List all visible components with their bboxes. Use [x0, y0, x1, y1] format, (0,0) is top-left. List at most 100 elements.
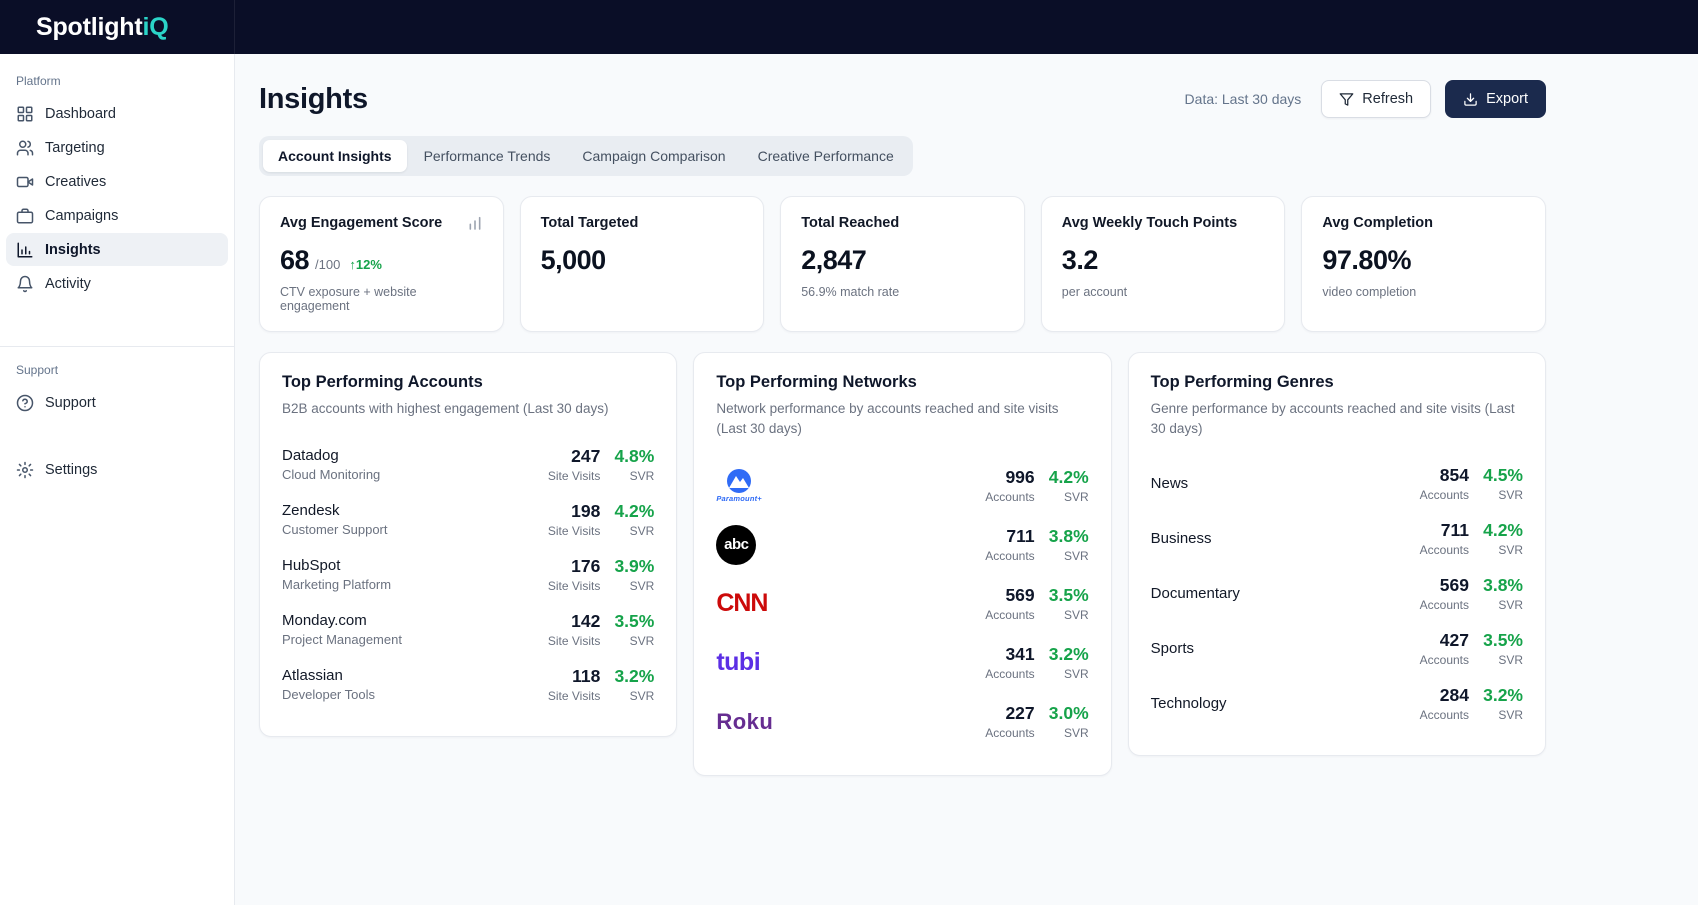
accounts-stat: 996Accounts [961, 467, 1035, 504]
account-info: HubSpot Marketing Platform [282, 557, 391, 592]
sidebar-section-platform: Platform [0, 74, 234, 88]
svr-label: SVR [1479, 488, 1523, 502]
tab-strip: Account Insights Performance Trends Camp… [259, 136, 913, 176]
kpi-title: Avg Weekly Touch Points [1062, 215, 1237, 231]
svr-stat: 4.2%SVR [1045, 467, 1089, 504]
sidebar-item-insights[interactable]: Insights [6, 233, 228, 266]
sidebar-item-dashboard[interactable]: Dashboard [6, 97, 228, 130]
accounts-stat: 427 Accounts [1395, 630, 1469, 667]
kpi-card-total-reached: Total Reached 2,847 56.9% match rate [780, 196, 1025, 332]
sidebar-item-label: Dashboard [45, 106, 116, 122]
account-row: Monday.com Project Management 142 Site V… [282, 602, 654, 657]
svr-value: 4.5% [1479, 465, 1523, 486]
svr-stat: 3.2% SVR [1045, 644, 1089, 681]
svr-stat: 3.2% SVR [1479, 685, 1523, 722]
svr-label: SVR [1479, 598, 1523, 612]
network-stats: 711Accounts 3.8%SVR [961, 526, 1089, 563]
accounts-stat: 569 Accounts [1395, 575, 1469, 612]
sidebar-item-targeting[interactable]: Targeting [6, 131, 228, 164]
account-stats: 142 Site Visits 3.5% SVR [526, 611, 654, 648]
genre-name: Technology [1151, 695, 1227, 712]
kpi-value: 68 [280, 245, 309, 276]
site-visits-label: Site Visits [526, 579, 600, 593]
sidebar-divider [0, 346, 234, 347]
brand-text: SpotlightiQ [36, 13, 169, 42]
tab-campaign-comparison[interactable]: Campaign Comparison [567, 140, 740, 172]
kpi-row: Avg Engagement Score 68 /100 ↑12% CTV ex… [259, 196, 1546, 332]
accounts-label: Accounts [961, 608, 1035, 622]
sidebar-item-label: Creatives [45, 174, 106, 190]
tab-performance-trends[interactable]: Performance Trends [409, 140, 566, 172]
main-content: Insights Data: Last 30 days Refresh Expo… [235, 54, 1698, 905]
sidebar-item-label: Activity [45, 276, 91, 292]
svr-value: 3.2% [1479, 685, 1523, 706]
site-visits-stat: 142 Site Visits [526, 611, 600, 648]
site-visits-label: Site Visits [526, 634, 600, 648]
kpi-title: Total Targeted [541, 215, 639, 231]
svr-value: 3.0% [1045, 703, 1089, 724]
kpi-card-avg-completion: Avg Completion 97.80% video completion [1301, 196, 1546, 332]
campaigns-icon [16, 207, 34, 225]
svr-value: 4.2% [1045, 467, 1089, 488]
site-visits-value: 198 [526, 501, 600, 522]
brand-main: Spotlight [36, 13, 143, 41]
site-visits-label: Site Visits [526, 469, 600, 483]
export-button-label: Export [1486, 91, 1528, 107]
kpi-note: CTV exposure + website engagement [280, 285, 483, 313]
network-stats: 569Accounts 3.5%SVR [961, 585, 1089, 622]
refresh-button[interactable]: Refresh [1321, 80, 1431, 118]
svr-stat: 3.2% SVR [610, 666, 654, 703]
svr-stat: 3.5% SVR [610, 611, 654, 648]
tab-account-insights[interactable]: Account Insights [263, 140, 407, 172]
account-description: Marketing Platform [282, 577, 391, 592]
site-visits-value: 247 [526, 446, 600, 467]
network-stats: 227Accounts 3.0%SVR [961, 703, 1089, 740]
svr-label: SVR [1045, 667, 1089, 681]
network-row-paramount: Paramount+ 996Accounts 4.2%SVR [716, 456, 1088, 515]
sidebar-item-activity[interactable]: Activity [6, 267, 228, 300]
panel-top-accounts: Top Performing Accounts B2B accounts wit… [259, 352, 677, 737]
kpi-title: Avg Completion [1322, 215, 1433, 231]
svr-stat: 4.5% SVR [1479, 465, 1523, 502]
sidebar-item-creatives[interactable]: Creatives [6, 165, 228, 198]
svr-label: SVR [1479, 653, 1523, 667]
svr-value: 3.8% [1045, 526, 1089, 547]
accounts-value: 711 [961, 526, 1035, 547]
network-row-tubi: tubi 341Accounts 3.2%SVR [716, 633, 1088, 692]
account-stats: 118 Site Visits 3.2% SVR [526, 666, 654, 703]
kpi-note: per account [1062, 285, 1265, 299]
abc-logo: abc [716, 525, 756, 565]
svr-stat: 4.2% SVR [610, 501, 654, 538]
svr-value: 3.2% [1045, 644, 1089, 665]
tab-creative-performance[interactable]: Creative Performance [743, 140, 909, 172]
kpi-card-touch-points: Avg Weekly Touch Points 3.2 per account [1041, 196, 1286, 332]
kpi-card-engagement-score: Avg Engagement Score 68 /100 ↑12% CTV ex… [259, 196, 504, 332]
genre-stats: 284 Accounts 3.2% SVR [1395, 685, 1523, 722]
account-name: HubSpot [282, 557, 391, 574]
sidebar-item-label: Settings [45, 462, 97, 478]
account-stats: 198 Site Visits 4.2% SVR [526, 501, 654, 538]
svr-label: SVR [1045, 726, 1089, 740]
accounts-stat: 854 Accounts [1395, 465, 1469, 502]
sidebar-item-support[interactable]: Support [6, 386, 228, 419]
sidebar-item-settings[interactable]: Settings [6, 453, 228, 486]
sidebar-item-campaigns[interactable]: Campaigns [6, 199, 228, 232]
export-button[interactable]: Export [1445, 80, 1546, 118]
svr-stat: 3.0% SVR [1045, 703, 1089, 740]
network-stats: 996Accounts 4.2%SVR [961, 467, 1089, 504]
accounts-list: Datadog Cloud Monitoring 247 Site Visits… [282, 437, 654, 712]
genre-name: Business [1151, 530, 1212, 547]
genre-stats: 711 Accounts 4.2% SVR [1395, 520, 1523, 557]
site-visits-value: 176 [526, 556, 600, 577]
accounts-value: 569 [1395, 575, 1469, 596]
panel-subtitle: B2B accounts with highest engagement (La… [282, 399, 654, 419]
network-stats: 341Accounts 3.2%SVR [961, 644, 1089, 681]
page-title: Insights [259, 83, 368, 116]
accounts-value: 284 [1395, 685, 1469, 706]
svr-stat: 3.8% SVR [1479, 575, 1523, 612]
genre-stats: 854 Accounts 4.5% SVR [1395, 465, 1523, 502]
network-row-roku: Roku 227Accounts 3.0%SVR [716, 692, 1088, 751]
panel-top-genres: Top Performing Genres Genre performance … [1128, 352, 1546, 756]
svr-value: 3.5% [610, 611, 654, 632]
accounts-value: 996 [961, 467, 1035, 488]
